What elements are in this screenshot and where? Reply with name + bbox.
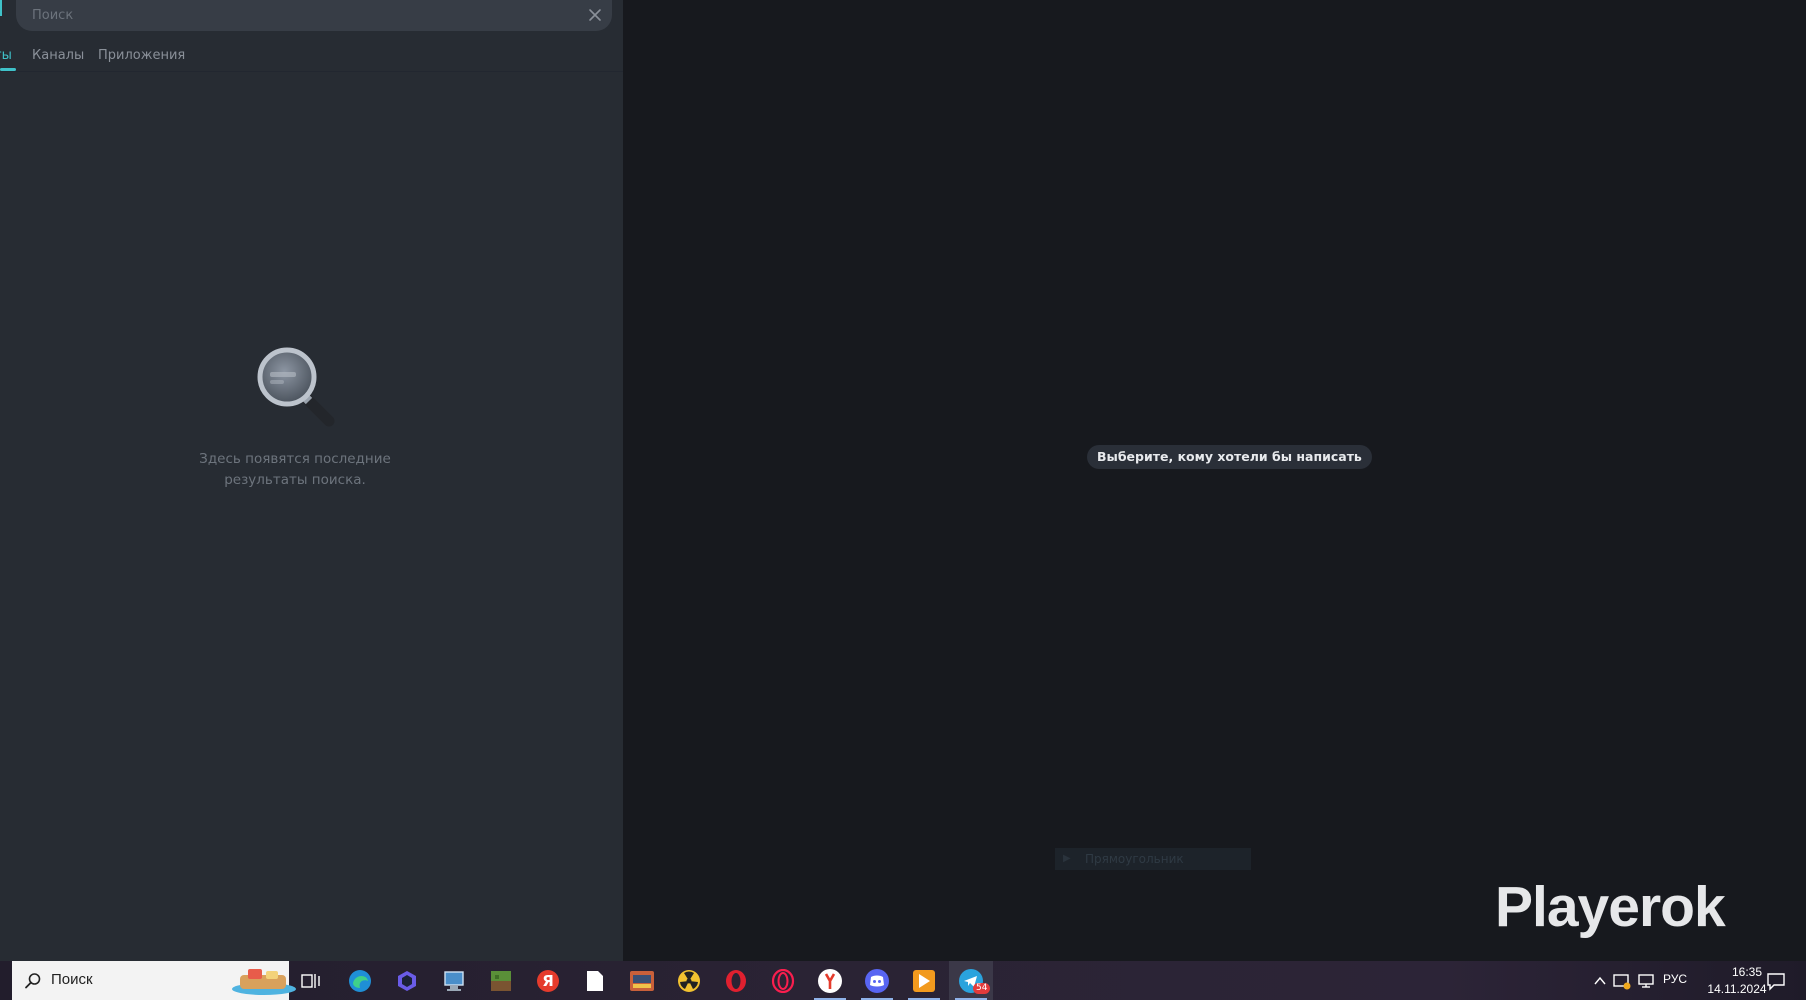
play-icon: ▶ xyxy=(1063,853,1071,864)
telegram-badge: 54 xyxy=(973,983,991,994)
opera-icon[interactable] xyxy=(714,961,758,1000)
taskbar-search-text: Поиск xyxy=(51,971,93,988)
search-tabs: ты Каналы Приложения xyxy=(0,44,623,72)
ghost-shape-label: ▶ Прямоугольник xyxy=(1055,848,1251,870)
magnifier-icon xyxy=(257,347,335,427)
radiation-game-icon[interactable] xyxy=(667,961,711,1000)
select-chat-hint: Выберите, кому хотели бы написать xyxy=(1087,445,1372,469)
edge-browser-icon[interactable] xyxy=(338,961,382,1000)
chevron-up-icon[interactable] xyxy=(1593,973,1607,992)
telegram-icon[interactable]: 54 xyxy=(949,961,993,1000)
chat-area: Выберите, кому хотели бы написать ▶ Прям… xyxy=(623,0,1806,961)
tab-active-underline xyxy=(0,68,16,71)
yandex-icon[interactable]: Я xyxy=(526,961,570,1000)
copilot-icon[interactable] xyxy=(385,961,429,1000)
game-launcher-icon[interactable] xyxy=(620,961,664,1000)
svg-text:Я: Я xyxy=(542,972,554,990)
search-box[interactable] xyxy=(16,0,612,31)
opera-gx-icon[interactable] xyxy=(761,961,805,1000)
left-panel: ты Каналы Приложения Здесь появятся пос xyxy=(0,0,623,961)
tab-chats[interactable]: ты xyxy=(0,48,12,63)
player-app-icon[interactable] xyxy=(902,961,946,1000)
empty-state-text: Здесь появятся последние результаты поис… xyxy=(199,451,391,488)
tab-apps[interactable]: Приложения xyxy=(98,48,185,63)
discord-icon[interactable] xyxy=(855,961,899,1000)
yandex-browser-icon[interactable] xyxy=(808,961,852,1000)
task-view-icon[interactable] xyxy=(289,961,333,1000)
language-indicator[interactable]: РУС xyxy=(1663,972,1687,986)
telegram-window: ты Каналы Приложения Здесь появятся пос xyxy=(0,0,1806,1000)
search-icon xyxy=(25,973,41,989)
accent-bar xyxy=(0,0,2,16)
notification-icon[interactable] xyxy=(1766,971,1786,995)
empty-state: Здесь появятся последние результаты поис… xyxy=(170,345,420,491)
security-warning-icon[interactable] xyxy=(1613,972,1631,994)
search-highlight-icon xyxy=(232,969,296,995)
close-icon[interactable] xyxy=(586,6,604,24)
document-icon[interactable] xyxy=(573,961,617,1000)
minecraft-icon[interactable] xyxy=(479,961,523,1000)
pc-app-icon[interactable] xyxy=(432,961,476,1000)
taskbar-search[interactable]: Поиск xyxy=(12,961,296,1000)
ghost-shape-text: Прямоугольник xyxy=(1085,852,1184,866)
search-input[interactable] xyxy=(16,0,576,31)
tab-channels[interactable]: Каналы xyxy=(32,48,84,63)
watermark-logo: Playerok xyxy=(1495,875,1726,939)
windows-taskbar: Поиск Я 54 РУС 16:35 14.11.2024 xyxy=(0,961,1806,1000)
network-icon[interactable] xyxy=(1637,972,1655,994)
